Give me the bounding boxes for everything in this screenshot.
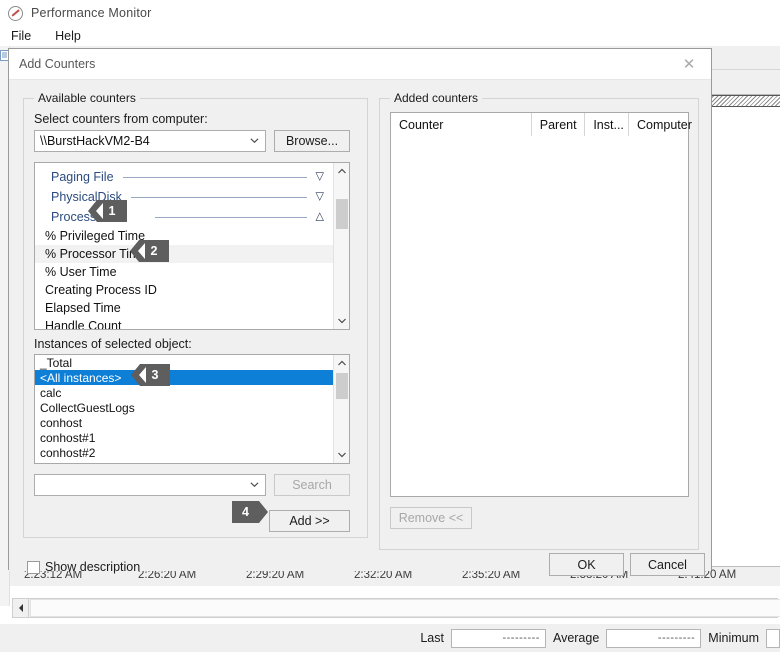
column-header-parent[interactable]: Parent bbox=[532, 113, 586, 136]
available-counters-list: Paging File ▽ PhysicalDisk ▽ Process △ bbox=[35, 163, 333, 329]
table-header-row: Counter Parent Inst... Computer bbox=[391, 113, 688, 136]
instances-listbox[interactable]: _Total <All instances> calc CollectGuest… bbox=[34, 354, 350, 464]
show-description-label: Show description bbox=[45, 560, 140, 574]
callout-badge-3: 3 bbox=[140, 364, 170, 386]
performance-monitor-icon bbox=[8, 6, 23, 21]
app-root: Performance Monitor File Help 2:23:12 AM… bbox=[0, 0, 780, 652]
callout-number: 1 bbox=[109, 204, 116, 218]
category-rule bbox=[123, 177, 307, 178]
add-button[interactable]: Add >> bbox=[269, 510, 350, 532]
callout-badge-4: 4 bbox=[232, 501, 259, 523]
chevron-up-icon bbox=[338, 360, 346, 366]
computer-combobox[interactable]: \\BurstHackVM2-B4 bbox=[34, 130, 266, 152]
instance-item[interactable]: _Total bbox=[35, 355, 333, 370]
column-header-counter[interactable]: Counter bbox=[391, 113, 532, 136]
status-bar: Last --------- Average --------- Minimum bbox=[0, 624, 780, 652]
callout-number: 2 bbox=[151, 244, 158, 258]
counter-category-label: Paging File bbox=[51, 170, 114, 184]
last-label: Last bbox=[420, 631, 444, 645]
search-button[interactable]: Search bbox=[274, 474, 350, 496]
category-rule bbox=[155, 217, 307, 218]
callout-number: 3 bbox=[152, 368, 159, 382]
scroll-up-button[interactable] bbox=[334, 163, 350, 179]
average-label: Average bbox=[553, 631, 599, 645]
browse-button[interactable]: Browse... bbox=[274, 130, 350, 152]
instances-vertical-scrollbar[interactable] bbox=[333, 355, 349, 463]
instances-label: Instances of selected object: bbox=[34, 337, 192, 351]
instance-item[interactable]: conhost#2 bbox=[35, 445, 333, 460]
scrollbar-thumb[interactable] bbox=[336, 373, 348, 399]
menu-item-file[interactable]: File bbox=[8, 28, 34, 44]
counter-item[interactable]: % User Time bbox=[35, 263, 333, 281]
column-header-instance[interactable]: Inst... bbox=[585, 113, 629, 136]
last-value: --------- bbox=[451, 629, 546, 648]
counter-category-row[interactable]: Paging File ▽ bbox=[35, 167, 333, 187]
instance-item[interactable]: CPUSTRES bbox=[35, 460, 333, 463]
chevron-down-icon[interactable]: ▽ bbox=[316, 172, 324, 183]
counter-item[interactable]: Handle Count bbox=[35, 317, 333, 329]
menu-item-help[interactable]: Help bbox=[52, 28, 84, 44]
chevron-up-icon[interactable]: △ bbox=[316, 212, 324, 223]
chevron-left-icon bbox=[18, 604, 24, 612]
average-value: --------- bbox=[606, 629, 701, 648]
instance-item[interactable]: conhost bbox=[35, 415, 333, 430]
instance-item[interactable]: calc bbox=[35, 385, 333, 400]
chevron-up-icon bbox=[338, 168, 346, 174]
counters-vertical-scrollbar[interactable] bbox=[333, 163, 349, 329]
column-header-computer[interactable]: Computer bbox=[629, 113, 688, 136]
chevron-down-icon bbox=[338, 452, 346, 458]
callout-badge-2: 2 bbox=[139, 240, 169, 262]
dialog-titlebar: Add Counters ✕ bbox=[9, 49, 711, 80]
scrollbar-thumb[interactable] bbox=[336, 199, 348, 229]
callout-badge-1: 1 bbox=[97, 200, 127, 222]
instances-list: _Total <All instances> calc CollectGuest… bbox=[35, 355, 333, 463]
counter-item[interactable]: % Privileged Time bbox=[35, 227, 333, 245]
category-rule bbox=[131, 197, 307, 198]
dialog-title: Add Counters bbox=[19, 57, 95, 71]
scroll-up-button[interactable] bbox=[334, 355, 350, 371]
dialog-body: Available counters Select counters from … bbox=[9, 80, 711, 571]
menu-bar: File Help bbox=[0, 26, 780, 46]
scrollbar-thumb[interactable] bbox=[30, 599, 780, 617]
scroll-down-button[interactable] bbox=[334, 313, 350, 329]
minimum-value bbox=[766, 629, 780, 648]
ok-button[interactable]: OK bbox=[549, 553, 624, 576]
horizontal-scrollbar[interactable] bbox=[6, 598, 776, 620]
counter-item[interactable]: Creating Process ID bbox=[35, 281, 333, 299]
available-counters-listbox[interactable]: Paging File ▽ PhysicalDisk ▽ Process △ bbox=[34, 162, 350, 330]
chevron-down-icon bbox=[250, 480, 259, 489]
scroll-left-button[interactable] bbox=[12, 598, 29, 618]
counter-category-row-process[interactable]: Process △ bbox=[35, 207, 333, 227]
callout-number: 4 bbox=[242, 505, 249, 519]
computer-combobox-value: \\BurstHackVM2-B4 bbox=[40, 134, 150, 148]
cancel-button[interactable]: Cancel bbox=[630, 553, 705, 576]
instance-item-all-instances[interactable]: <All instances> bbox=[35, 370, 333, 385]
counter-category-row[interactable]: PhysicalDisk ▽ bbox=[35, 187, 333, 207]
remove-button[interactable]: Remove << bbox=[390, 507, 472, 529]
add-counters-dialog: Add Counters ✕ Available counters Select… bbox=[8, 48, 712, 570]
instance-item[interactable]: conhost#1 bbox=[35, 430, 333, 445]
counter-item[interactable]: Elapsed Time bbox=[35, 299, 333, 317]
chevron-down-icon bbox=[338, 318, 346, 324]
available-counters-group-title: Available counters bbox=[34, 91, 140, 105]
show-description-checkbox[interactable] bbox=[27, 561, 40, 574]
added-counters-table[interactable]: Counter Parent Inst... Computer bbox=[390, 112, 689, 497]
app-titlebar: Performance Monitor bbox=[0, 0, 780, 26]
chevron-down-icon[interactable]: ▽ bbox=[316, 192, 324, 203]
added-counters-group-title: Added counters bbox=[390, 91, 482, 105]
chevron-down-icon bbox=[250, 136, 259, 145]
app-title: Performance Monitor bbox=[31, 6, 152, 20]
select-computer-label: Select counters from computer: bbox=[34, 112, 208, 126]
scroll-down-button[interactable] bbox=[334, 447, 350, 463]
close-icon[interactable]: ✕ bbox=[667, 49, 711, 79]
filter-combobox[interactable] bbox=[34, 474, 266, 496]
counter-item-processor-time[interactable]: % Processor Time bbox=[35, 245, 333, 263]
instance-item[interactable]: CollectGuestLogs bbox=[35, 400, 333, 415]
minimum-label: Minimum bbox=[708, 631, 759, 645]
